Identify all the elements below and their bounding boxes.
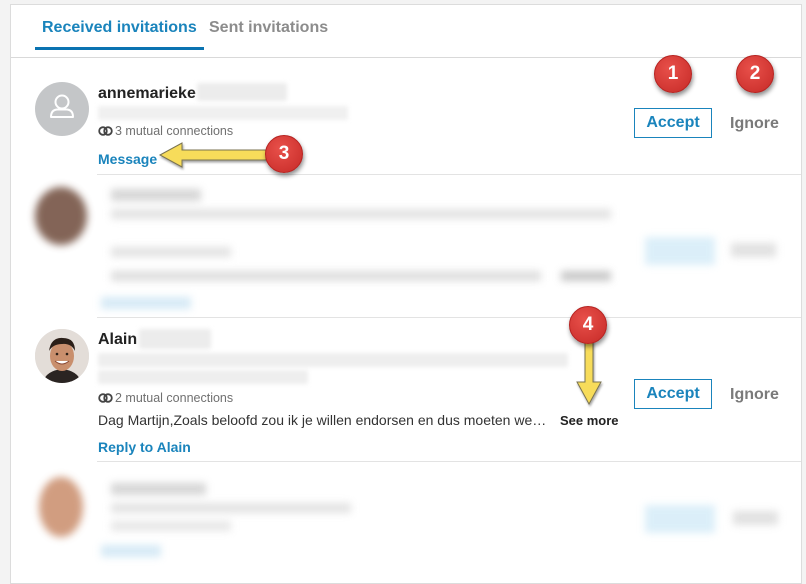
redacted-headline [98, 106, 348, 120]
blurred-accept-button[interactable] [645, 505, 715, 533]
see-more-link[interactable]: See more [560, 413, 619, 428]
profile-photo [35, 329, 89, 383]
mutual-connections-icon [98, 393, 113, 403]
blurred-mutual [111, 247, 231, 257]
inviter-name[interactable]: Alain [98, 331, 137, 349]
redacted-surname [139, 329, 211, 349]
divider [97, 174, 801, 175]
tab-received-invitations[interactable]: Received invitations [35, 19, 204, 50]
mutual-connections-icon [98, 126, 113, 136]
blurred-name [111, 189, 201, 201]
annotation-arrow-left [158, 142, 267, 168]
invitation-item-blurred [11, 465, 801, 575]
invitations-card: Received invitations Sent invitations an… [10, 4, 802, 584]
message-link[interactable]: Message [98, 151, 157, 167]
invitation-item-blurred [11, 177, 801, 317]
redacted-headline [98, 353, 568, 367]
accept-button[interactable]: Accept [634, 108, 712, 138]
avatar[interactable] [35, 329, 89, 383]
annotation-arrow-down [576, 339, 602, 406]
invitation-item: Alain 2 mutual connections Dag Martijn,Z… [11, 318, 801, 461]
mutual-connections-text: 3 mutual connections [115, 124, 234, 138]
ignore-button[interactable]: Ignore [730, 115, 779, 133]
inviter-name[interactable]: annemarieke [98, 85, 196, 103]
blurred-name [111, 483, 206, 495]
avatar [35, 187, 87, 245]
blurred-headline [111, 503, 351, 513]
blurred-link [101, 545, 161, 557]
mutual-connections[interactable]: 3 mutual connections [98, 124, 233, 138]
blurred-accept-button[interactable] [645, 237, 715, 265]
divider [97, 461, 801, 462]
mutual-connections-text: 2 mutual connections [115, 391, 234, 405]
person-placeholder-icon [50, 94, 74, 118]
annotation-badge-4: 4 [569, 306, 607, 344]
annotation-badge-1: 1 [654, 55, 692, 93]
blurred-headline [111, 209, 611, 219]
blurred-message [111, 271, 541, 281]
annotation-badge-2: 2 [736, 55, 774, 93]
accept-button[interactable]: Accept [634, 379, 712, 409]
annotation-badge-3: 3 [265, 135, 303, 173]
blurred-link [101, 297, 191, 309]
invitation-message: Dag Martijn,Zoals beloofd zou ik je will… [98, 412, 547, 428]
invitation-tabs: Received invitations Sent invitations [11, 5, 801, 58]
tab-sent-invitations[interactable]: Sent invitations [209, 19, 328, 49]
redacted-surname [197, 83, 287, 101]
avatar [39, 477, 83, 537]
blurred-see-more [561, 271, 611, 281]
redacted-headline-2 [98, 370, 308, 384]
reply-link[interactable]: Reply to Alain [98, 439, 191, 455]
ignore-button[interactable]: Ignore [730, 386, 779, 404]
blurred-mutual [111, 521, 231, 531]
blurred-ignore-button[interactable] [731, 243, 776, 257]
blurred-ignore-button[interactable] [733, 511, 778, 525]
avatar[interactable] [35, 82, 89, 136]
mutual-connections[interactable]: 2 mutual connections [98, 391, 233, 405]
